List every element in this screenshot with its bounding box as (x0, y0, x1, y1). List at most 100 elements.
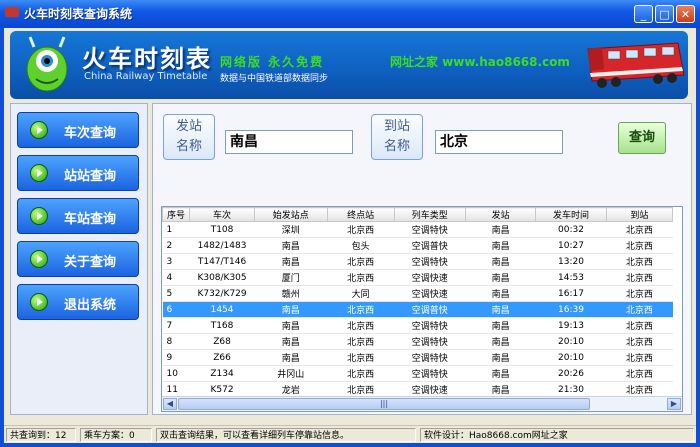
table-row[interactable]: 1 T108 深圳 北京西 空调特快 南昌 00:32 北京西 (162, 221, 673, 238)
table-cell: 南昌 (465, 253, 536, 270)
nav-train-query-button[interactable]: 车次查询 (17, 112, 139, 148)
results-grid[interactable]: 序号 车次 始发站点 终点站 列车类型 发站 发车时间 到站 1 T108 深圳 北京… (161, 206, 683, 412)
column-header[interactable]: 车次 (189, 207, 255, 222)
column-header[interactable]: 列车类型 (393, 207, 467, 222)
maximize-button[interactable]: □ (655, 5, 674, 23)
table-cell: K308/K305 (189, 269, 255, 286)
table-row[interactable]: 5 K732/K729 赣州 大同 空调快速 南昌 16:17 北京西 (162, 285, 673, 302)
table-cell: 16:39 (535, 301, 607, 318)
column-header[interactable]: 始发站点 (253, 207, 328, 222)
minimize-button[interactable]: _ (634, 5, 653, 23)
table-cell: 5 (162, 285, 190, 302)
table-cell: 16:17 (535, 285, 607, 302)
query-panel: 发站 名称 南昌 到站 名称 北京 查询 序号 车次 始发站点 终点站 列车类型… (152, 103, 692, 415)
to-label-line2: 名称 (383, 139, 410, 154)
table-cell: Z68 (189, 333, 255, 350)
table-cell: 南昌 (254, 237, 328, 254)
table-row[interactable]: 8 Z68 南昌 北京西 空调特快 南昌 20:10 北京西 (162, 333, 673, 350)
status-design: 软件设计：Hao8668.com网址之家 (420, 428, 694, 442)
nav-about-button[interactable]: 关于查询 (17, 241, 139, 277)
close-icon: ✕ (680, 8, 691, 21)
table-cell: 南昌 (465, 237, 536, 254)
app-icon (5, 7, 19, 17)
minimize-icon: _ (640, 8, 647, 21)
banner-subtitle: China Railway Timetable (84, 71, 208, 82)
table-row[interactable]: 4 K308/K305 厦门 北京西 空调快速 南昌 14:53 北京西 (162, 269, 673, 286)
table-cell: 北京西 (327, 349, 395, 366)
client-area: 火车时刻表 China Railway Timetable 网络版 永久免费 网… (4, 28, 696, 443)
table-row[interactable]: 2 1482/1483 南昌 包头 空调普快 南昌 10:27 北京西 (162, 237, 673, 254)
play-icon (30, 250, 48, 268)
banner-site: 网址之家 www.hao8668.com (390, 55, 570, 69)
query-button[interactable]: 查询 (618, 122, 666, 154)
table-cell: 井冈山 (254, 365, 328, 382)
table-cell: 南昌 (254, 349, 328, 366)
to-station-input[interactable]: 北京 (435, 130, 563, 154)
play-icon (30, 164, 48, 182)
table-cell: 空调快速 (394, 285, 466, 302)
table-cell: T168 (189, 317, 255, 334)
table-header: 序号 车次 始发站点 终点站 列车类型 发站 发车时间 到站 (162, 207, 674, 222)
status-bar: 共查询到：12 乘车方案：0 双击查询结果，可以查看详细列车停靠站信息。 软件设… (4, 425, 696, 443)
table-cell: 北京西 (606, 349, 673, 366)
column-header[interactable]: 到站 (605, 207, 674, 222)
mascot-icon (26, 36, 68, 92)
table-cell: 1 (162, 221, 190, 238)
column-header[interactable]: 终点站 (326, 207, 395, 222)
nav-exit-button[interactable]: 退出系统 (17, 284, 139, 320)
horizontal-scrollbar[interactable]: ◀ ||| ▶ (162, 396, 682, 411)
nav-station-to-station-button[interactable]: 站站查询 (17, 155, 139, 191)
table-cell: 北京西 (606, 253, 673, 270)
column-header[interactable]: 序号 (162, 207, 191, 222)
table-cell: 南昌 (465, 317, 536, 334)
table-cell: 南昌 (254, 317, 328, 334)
table-row[interactable]: 3 T147/T146 南昌 北京西 空调特快 南昌 13:20 北京西 (162, 253, 673, 270)
nav-label: 关于查询 (64, 255, 117, 270)
table-cell: 1454 (189, 301, 255, 318)
table-cell: 空调普快 (394, 301, 466, 318)
table-cell: 20:10 (535, 349, 607, 366)
table-cell: 南昌 (465, 365, 536, 382)
maximize-icon: □ (659, 8, 670, 21)
table-cell: 空调特快 (394, 365, 466, 382)
column-header[interactable]: 发车时间 (535, 207, 607, 222)
table-cell: 北京西 (327, 333, 395, 350)
status-hint: 双击查询结果，可以查看详细列车停靠站信息。 (156, 428, 416, 442)
title-bar[interactable]: 火车时刻表查询系统 _ □ ✕ (0, 0, 700, 28)
table-row[interactable]: 6 1454 南昌 北京西 空调普快 南昌 16:39 北京西 (162, 301, 673, 318)
from-label-line2: 名称 (175, 139, 202, 154)
column-header[interactable]: 发站 (464, 207, 537, 222)
banner-slogan: 网络版 永久免费 (220, 55, 325, 69)
scroll-thumb[interactable]: ||| (178, 398, 590, 410)
banner-title: 火车时刻表 (82, 45, 212, 73)
nav-station-query-button[interactable]: 车站查询 (17, 198, 139, 234)
table-cell: 赣州 (254, 285, 328, 302)
table-cell: 北京西 (606, 285, 673, 302)
table-cell: 20:26 (535, 365, 607, 382)
table-row[interactable]: 9 Z66 南昌 北京西 空调特快 南昌 20:10 北京西 (162, 349, 673, 366)
table-cell: 20:10 (535, 333, 607, 350)
scroll-left-icon[interactable]: ◀ (163, 398, 177, 410)
table-cell: 北京西 (327, 253, 395, 270)
table-cell: 北京西 (606, 301, 673, 318)
from-station-input[interactable]: 南昌 (225, 130, 353, 154)
play-icon (30, 293, 48, 311)
table-cell: 南昌 (465, 349, 536, 366)
play-icon (30, 121, 48, 139)
table-cell: 1482/1483 (189, 237, 255, 254)
table-cell: T147/T146 (189, 253, 255, 270)
table-cell: 北京西 (327, 365, 395, 382)
table-row[interactable]: 7 T168 南昌 北京西 空调特快 南昌 19:13 北京西 (162, 317, 673, 334)
table-cell: 00:32 (535, 221, 607, 238)
table-row[interactable]: 10 Z134 井冈山 北京西 空调特快 南昌 20:26 北京西 (162, 365, 673, 382)
table-cell: 北京西 (327, 269, 395, 286)
table-cell: 北京西 (606, 333, 673, 350)
table-cell: 南昌 (254, 253, 328, 270)
close-button[interactable]: ✕ (676, 5, 695, 23)
table-cell: Z134 (189, 365, 255, 382)
nav-label: 退出系统 (64, 298, 117, 313)
status-plans: 乘车方案：0 (80, 428, 152, 442)
nav-label: 车次查询 (64, 126, 117, 141)
scroll-right-icon[interactable]: ▶ (667, 398, 681, 410)
table-cell: Z66 (189, 349, 255, 366)
